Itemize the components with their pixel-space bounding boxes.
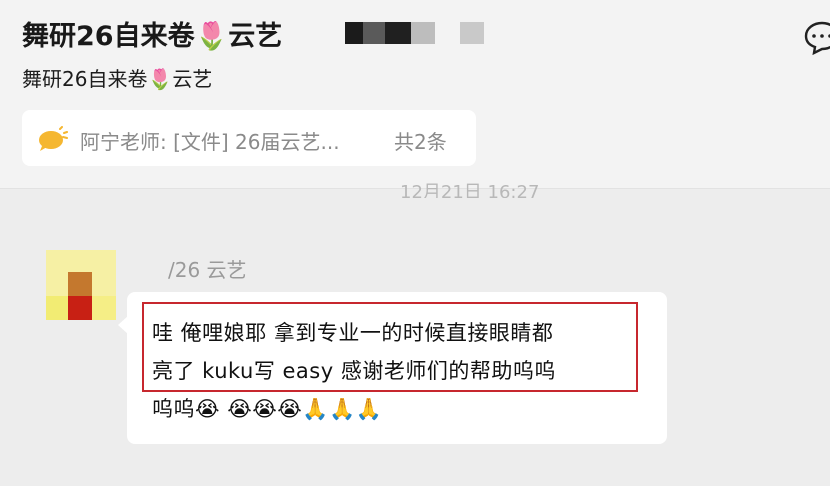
- avatar[interactable]: [46, 250, 116, 320]
- chat-title: 舞研26自来卷🌷云艺: [22, 21, 283, 52]
- pinned-preview: 阿宁老师: [文件] 26届云艺...: [80, 130, 340, 154]
- group-subtitle: 舞研26自来卷🌷云艺: [22, 67, 213, 91]
- avatar-pixel: [92, 296, 116, 320]
- chat-bubble-icon: [39, 126, 68, 151]
- sender-name: /26 云艺: [168, 258, 247, 282]
- message-text-line: 亮了 kuku写 easy 感谢老师们的帮助呜呜: [152, 359, 556, 383]
- more-icon[interactable]: [800, 20, 830, 56]
- pinned-messages-card[interactable]: 阿宁老师: [文件] 26届云艺... 共2条: [22, 110, 476, 166]
- redaction-block: [411, 22, 435, 44]
- pinned-count: 共2条: [394, 130, 447, 154]
- avatar-pixel: [68, 272, 92, 296]
- message-timestamp: 12月21日 16:27: [400, 182, 540, 198]
- redaction-block: [385, 22, 411, 44]
- redaction-block: [345, 22, 363, 44]
- chat-header: 舞研26自来卷🌷云艺 舞研26自来卷🌷云艺 阿宁老师: [文件] 26届云艺..…: [0, 0, 830, 189]
- message-text-line: 呜呜😭 😭😭😭🙏🙏🙏: [152, 397, 383, 421]
- redaction-block: [460, 22, 484, 44]
- avatar-pixel: [46, 296, 68, 320]
- avatar-pixel: [68, 296, 92, 320]
- redaction-block: [363, 22, 385, 44]
- message-text-line: 哇 俺哩娘耶 拿到专业一的时候直接眼睛都: [152, 321, 554, 345]
